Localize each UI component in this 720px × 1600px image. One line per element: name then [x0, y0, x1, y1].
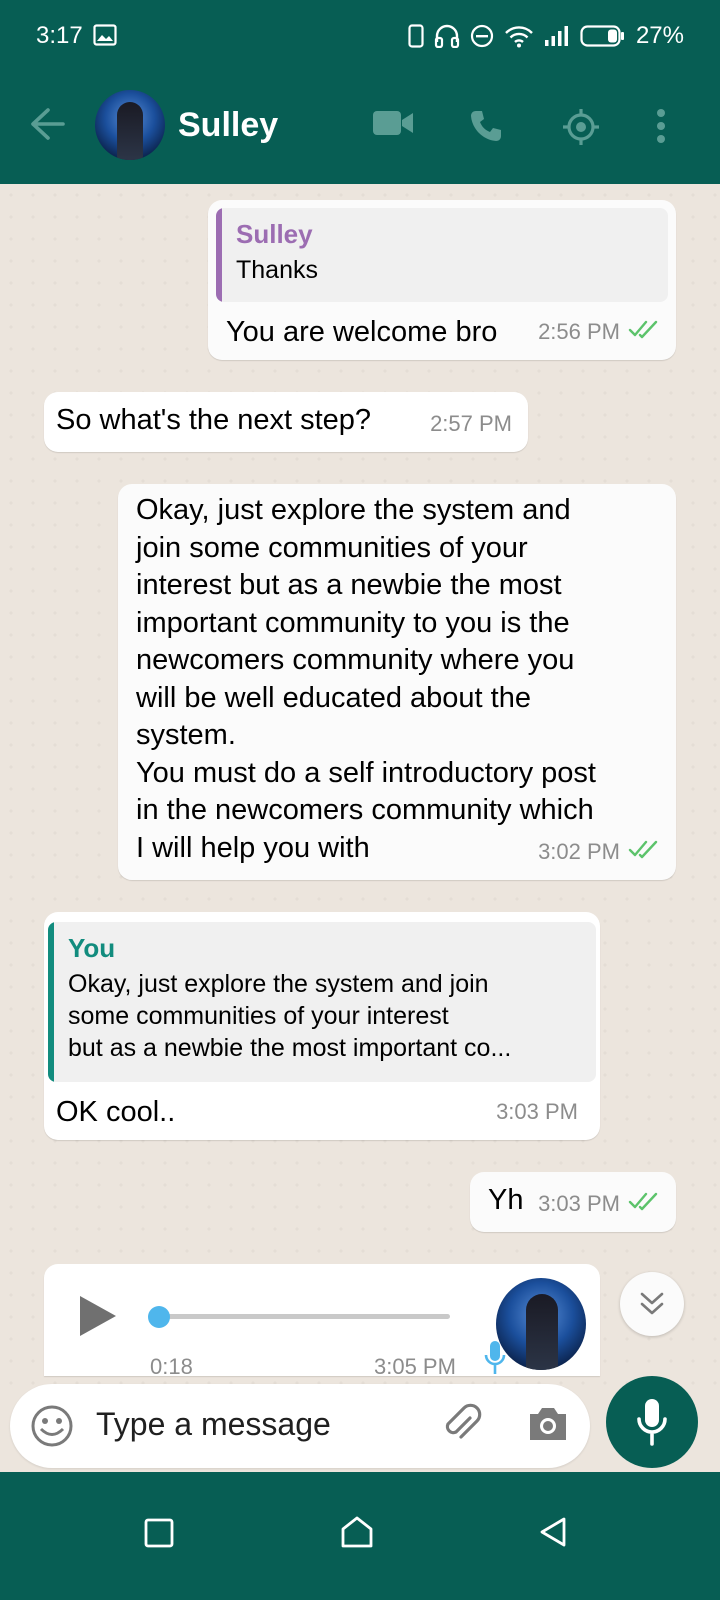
- message-text: OK cool..: [56, 1096, 176, 1128]
- mic-icon: [637, 1398, 667, 1451]
- play-icon[interactable]: [78, 1294, 118, 1347]
- message-line: I will help you with: [136, 831, 370, 864]
- record-voice-button[interactable]: [606, 1376, 698, 1468]
- location-icon[interactable]: [562, 108, 600, 151]
- voice-progress-track[interactable]: [150, 1314, 450, 1319]
- scroll-down-button[interactable]: [620, 1272, 684, 1336]
- message-line: important community to you is the: [136, 606, 570, 639]
- quote-author: You: [68, 933, 116, 963]
- quote-author: Sulley: [236, 219, 313, 249]
- message-meta: 3:03 PM: [496, 1093, 578, 1130]
- voice-message-bubble[interactable]: 0:18 3:05 PM: [44, 1264, 600, 1379]
- message-input-bar[interactable]: Type a message: [10, 1384, 590, 1468]
- camera-icon[interactable]: [526, 1404, 570, 1449]
- message-meta: 2:57 PM: [430, 405, 512, 442]
- quote-bar: [48, 922, 54, 1082]
- message-input[interactable]: Type a message: [96, 1406, 331, 1443]
- message-time: 3:02 PM: [538, 839, 620, 864]
- signal-icon: [544, 25, 570, 47]
- chat-header: Sulley: [0, 72, 720, 184]
- message-line: You must do a self introductory post: [136, 756, 596, 789]
- message-text: So what's the next step?: [56, 404, 372, 436]
- message-text: Okay, just explore the system and join s…: [136, 492, 596, 867]
- headphones-icon: [434, 24, 460, 48]
- message-meta: 2:56 PM: [538, 313, 662, 350]
- back-arrow-icon[interactable]: [28, 106, 66, 147]
- voice-call-icon[interactable]: [468, 108, 504, 149]
- message-line: interest but as a newbie the most: [136, 569, 562, 601]
- quote-line: but as a newbie the most important co...: [68, 1034, 512, 1062]
- double-check-icon: [628, 833, 662, 870]
- quote-line: some communities of your interest: [68, 1002, 449, 1030]
- voice-mic-icon: [484, 1340, 506, 1385]
- message-bubble[interactable]: Sulley Thanks You are welcome bro 2:56 P…: [208, 200, 676, 360]
- message-bubble[interactable]: Yh 3:03 PM: [470, 1172, 676, 1232]
- double-chevron-down-icon: [639, 1290, 665, 1323]
- battery-percent: 27%: [635, 22, 684, 49]
- message-line: system.: [136, 719, 236, 751]
- message-line: join some communities of your: [136, 531, 528, 564]
- quote-bar: [216, 208, 222, 302]
- phone-outline-icon: [408, 24, 424, 48]
- message-time: 3:03 PM: [496, 1099, 578, 1124]
- message-bubble[interactable]: Okay, just explore the system and join s…: [118, 484, 676, 880]
- status-time: 3:17: [36, 22, 83, 49]
- message-bubble[interactable]: So what's the next step? 2:57 PM: [44, 392, 528, 452]
- message-line: in the newcomers community which: [136, 794, 594, 826]
- quote-text: Thanks: [236, 256, 318, 284]
- back-nav-icon[interactable]: [538, 1516, 568, 1553]
- message-line: will be well educated about the: [136, 681, 531, 714]
- message-time: 2:57 PM: [430, 411, 512, 436]
- message-bubble[interactable]: You Okay, just explore the system and jo…: [44, 912, 600, 1140]
- home-icon[interactable]: [340, 1516, 374, 1553]
- more-vert-icon[interactable]: [655, 108, 667, 149]
- contact-avatar[interactable]: [95, 90, 165, 160]
- gallery-icon: [93, 24, 117, 53]
- message-line: newcomers community where you: [136, 644, 575, 676]
- recent-apps-icon[interactable]: [144, 1518, 174, 1553]
- video-call-icon[interactable]: [372, 108, 414, 143]
- top-bar: 3:17 27% Sulley: [0, 0, 720, 184]
- contact-name[interactable]: Sulley: [178, 106, 278, 145]
- battery-icon: [580, 24, 626, 48]
- message-text: You are welcome bro: [226, 316, 498, 348]
- attach-icon[interactable]: [440, 1402, 484, 1451]
- message-time: 3:03 PM: [538, 1191, 620, 1216]
- double-check-icon: [628, 313, 662, 350]
- quote-line: Okay, just explore the system and join: [68, 970, 489, 998]
- voice-progress-thumb[interactable]: [148, 1306, 170, 1328]
- sender-avatar: [496, 1278, 586, 1370]
- wifi-icon: [504, 24, 534, 48]
- dnd-icon: [470, 24, 494, 48]
- message-line: Okay, just explore the system and: [136, 494, 571, 526]
- voice-duration: 0:18: [150, 1354, 193, 1379]
- message-text: Yh: [488, 1184, 524, 1216]
- quoted-message[interactable]: You Okay, just explore the system and jo…: [48, 922, 596, 1082]
- quoted-message[interactable]: Sulley Thanks: [216, 208, 668, 302]
- double-check-icon: [628, 1185, 662, 1222]
- message-time: 2:56 PM: [538, 319, 620, 344]
- message-meta: 3:03 PM: [538, 1185, 662, 1222]
- message-time: 3:05 PM: [374, 1354, 456, 1379]
- status-icons: 27%: [408, 22, 684, 50]
- chat-area[interactable]: Sulley Thanks You are welcome bro 2:56 P…: [0, 184, 720, 1400]
- message-meta: 3:02 PM: [538, 833, 662, 870]
- status-bar: 3:17 27%: [0, 0, 720, 72]
- system-nav-bar: [0, 1472, 720, 1600]
- emoji-icon[interactable]: [30, 1404, 74, 1453]
